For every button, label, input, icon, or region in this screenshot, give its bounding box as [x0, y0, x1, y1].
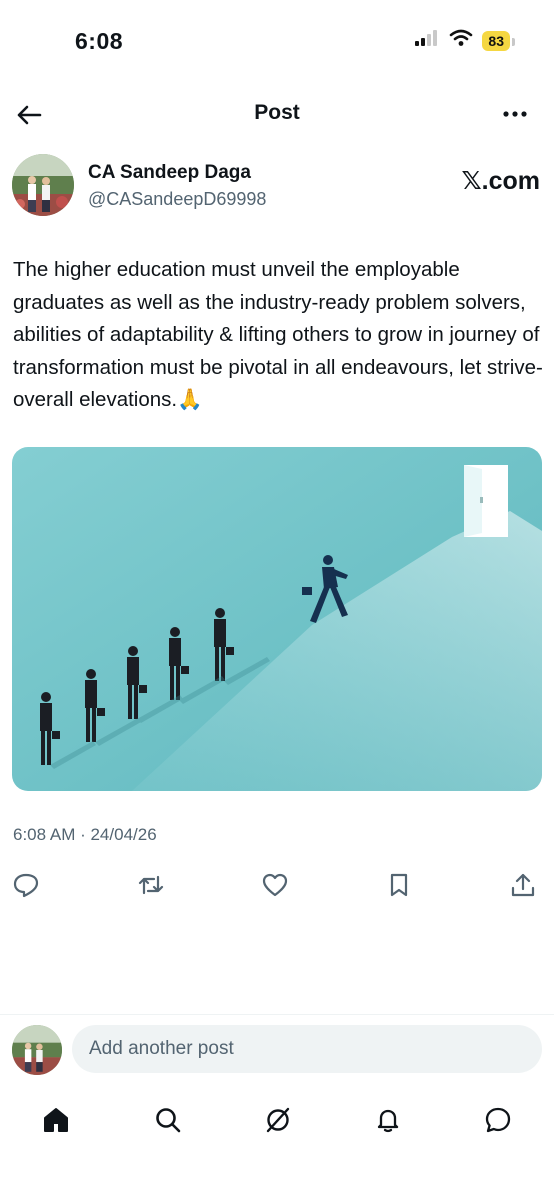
page-title: Post [254, 101, 300, 124]
avatar[interactable] [12, 1025, 62, 1075]
signal-icon [414, 29, 440, 52]
status-time: 6:08 [75, 28, 124, 54]
bottom-nav [0, 1092, 554, 1152]
notifications-icon[interactable] [368, 1100, 408, 1140]
search-icon[interactable] [148, 1100, 188, 1140]
x-com-label: 𝕏.com [461, 167, 541, 195]
author-row: CA Sandeep Daga @CASandeepD69998 𝕏.com [12, 154, 542, 224]
reply-composer: Add another post [0, 1014, 554, 1086]
post-text: The higher education must unveil the emp… [13, 258, 543, 411]
author-handle[interactable]: @CASandeepD69998 [88, 189, 266, 210]
more-icon[interactable] [500, 102, 530, 126]
illustration-people-walking-toward-door [12, 447, 542, 791]
share-icon[interactable] [506, 868, 540, 902]
grok-icon[interactable] [258, 1100, 298, 1140]
like-icon[interactable] [258, 868, 292, 902]
post-image[interactable] [12, 447, 542, 791]
status-bar: 6:08 83 [0, 0, 554, 84]
avatar[interactable] [12, 154, 74, 216]
top-bar: Post [0, 90, 554, 140]
reply-icon[interactable] [9, 868, 43, 902]
messages-icon[interactable] [478, 1100, 518, 1140]
bookmark-icon[interactable] [382, 868, 416, 902]
add-post-input[interactable]: Add another post [72, 1025, 542, 1073]
wifi-icon [449, 29, 473, 52]
battery-icon: 83 [482, 30, 515, 51]
repost-icon[interactable] [134, 868, 168, 902]
status-icons: 83 [414, 29, 515, 52]
home-icon[interactable] [36, 1100, 76, 1140]
post-actions [0, 868, 554, 908]
post-timestamp: 6:08 AM · 24/04/26 [13, 825, 157, 844]
author-name[interactable]: CA Sandeep Daga [88, 162, 251, 184]
